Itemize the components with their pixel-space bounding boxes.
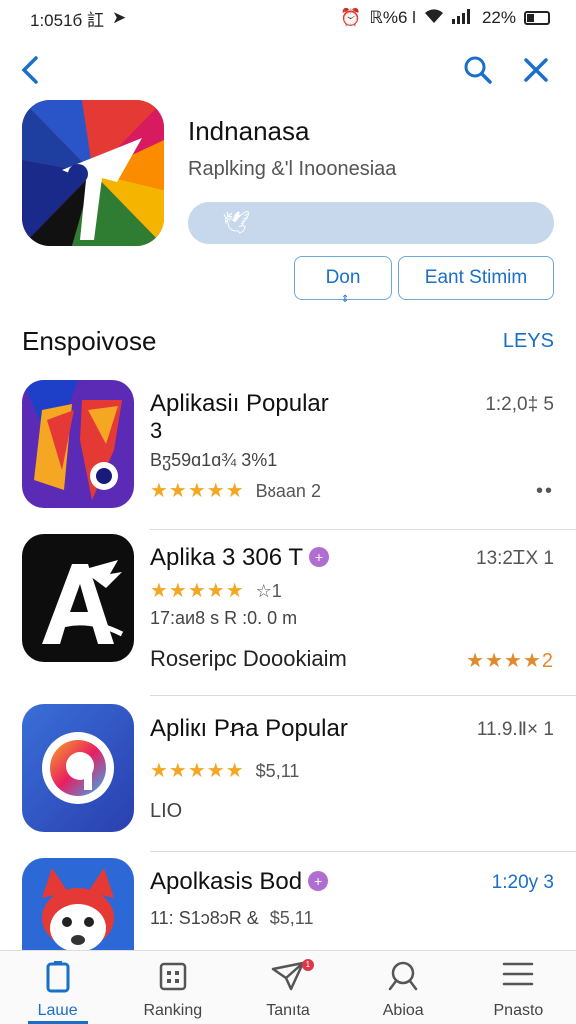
see-all-link[interactable]: LEYS [503, 330, 554, 353]
status-time: 1:051б 訌 [30, 10, 105, 30]
tab-ranking[interactable]: Ranking [115, 951, 230, 1024]
primary-button-label: Eant Stimim [424, 267, 528, 288]
tab-label: Abioa [382, 1002, 424, 1019]
section-title: Enspoivose [22, 326, 157, 356]
tab-search[interactable]: Abioa [346, 951, 461, 1024]
rating-row: ★★★★★ $5,11 [150, 758, 299, 783]
battery-icon [524, 11, 550, 25]
app-name: Apliкı Pꞥa Popular [150, 715, 348, 742]
signal-text: ℝ%6 l [369, 8, 416, 27]
tab-messages[interactable]: 1 Tanıta [230, 951, 345, 1024]
close-icon [524, 58, 548, 82]
app-time: 13:2ᏆX 1 [476, 548, 554, 569]
wifi-icon [424, 8, 444, 29]
rating-stars: ★★★★2 [466, 650, 554, 672]
section-header: Enspoivose LEYS [22, 322, 554, 362]
tab-label: Pnasto [493, 1002, 544, 1019]
location-icon: ➤ [112, 8, 127, 27]
tab-label: Laɯe [37, 1002, 78, 1019]
install-progress-bar[interactable]: 🕊 [188, 202, 554, 244]
app-info: 17:aᴎ8 s R :0. 0 m [150, 608, 298, 628]
app-name: Aplika 3 306 T [150, 544, 303, 571]
menu-icon [503, 962, 534, 986]
app-time: 1:2,0‡ 5 [485, 394, 554, 415]
close-button[interactable] [516, 48, 556, 92]
list-item[interactable]: Apliкı Pꞥa Popular 11.9.Ⅱ× 1 ★★★★★ $5,11… [0, 704, 576, 856]
status-bar: 1:051б 訌 ➤ ⏰ ℝ%6 l 22% [0, 0, 576, 36]
divider [150, 695, 576, 696]
secondary-button[interactable]: Don ⇕ [294, 256, 392, 305]
phone-icon [46, 961, 70, 993]
app-header: Indnanasa Raplking &'l Inoonesiaa 🕊 Don … [22, 100, 554, 305]
app-thumbnail [22, 534, 134, 662]
app-name-line2: 3 [150, 418, 163, 443]
plus-badge-icon: + [309, 547, 329, 567]
back-button[interactable] [10, 48, 50, 92]
tab-menu[interactable]: Pnasto [461, 951, 576, 1024]
tab-label: Tanıta [266, 1002, 310, 1019]
bird-icon: 🕊 [222, 210, 250, 235]
rating-row: ★★★★★ Bᴕaan 2 [150, 478, 321, 503]
app-meta: $5,11 [269, 908, 314, 928]
rating-meta: ☆1 [255, 581, 282, 601]
app-title: Indnanasa [188, 116, 310, 146]
star-rating: ★★★★★ [150, 580, 245, 602]
status-right: ⏰ ℝ%6 l 22% [340, 8, 550, 29]
info-row: 11: S1ᴐ8ᴐR & $5,11 [150, 908, 313, 929]
top-nav [0, 48, 576, 92]
paper-plane-icon [271, 961, 305, 991]
star-rating: ★★★★★ [150, 480, 245, 502]
app-time: 1:20у 3 [491, 872, 554, 893]
app-info: Bჳ59ɑ1ɑ¾ 3%1 [150, 450, 278, 470]
app-name-row: Apolkasis Bod + [150, 868, 329, 896]
primary-button[interactable]: Eant Stimim [398, 256, 554, 300]
app-meta: Bᴕaan 2 [255, 481, 321, 501]
list-item[interactable]: Aplikasiı Popular 3 1:2,0‡ 5 Bჳ59ɑ1ɑ¾ 3%… [0, 380, 576, 532]
app-subtitle: Raplking &'l Inoonesiaa [188, 158, 397, 180]
app-thumbnail [22, 380, 134, 508]
search-icon [388, 961, 418, 991]
calendar-icon [159, 962, 187, 991]
star-rating: ★★★★★ [150, 760, 245, 782]
search-icon [464, 56, 492, 84]
app-icon[interactable] [22, 100, 164, 246]
bottom-tab-bar: Laɯe Ranking 1 Tanıta Abioa Pnasto [0, 950, 576, 1024]
battery-percent: 22% [481, 8, 516, 27]
list-item[interactable]: Aplika 3 306 T + 13:2ᏆX 1 ★★★★★ ☆1 17:aᴎ8… [0, 534, 576, 696]
app-time: 11.9.Ⅱ× 1 [476, 719, 554, 740]
tab-label: Ranking [143, 1002, 203, 1019]
app-info: LIO [150, 800, 183, 822]
app-thumbnail [22, 704, 134, 832]
app-name: Aplikasiı Popular [150, 390, 329, 417]
rating-row: ★★★★★ ☆1 [150, 578, 282, 603]
alarm-icon: ⏰ [340, 8, 362, 27]
divider [150, 529, 576, 530]
arrows-icon: ⇕ [341, 294, 350, 305]
app-info: 11: S1ᴐ8ᴐR & [150, 908, 259, 928]
app-name: Apolkasis Bod [150, 868, 303, 895]
chevron-left-icon [21, 56, 38, 84]
app-description: Roseripc Doookiaim [150, 646, 347, 671]
secondary-button-label: Don [325, 267, 361, 288]
notification-badge: 1 [301, 959, 314, 971]
secondary-rating: ★★★★2 [466, 648, 554, 673]
app-meta: $5,11 [255, 761, 300, 781]
app-name-row: Aplika 3 306 T + [150, 544, 329, 572]
tab-home[interactable]: Laɯe [0, 951, 115, 1024]
cell-signal-icon [451, 8, 474, 29]
status-left: 1:051б 訌 ➤ [30, 6, 126, 31]
divider [150, 851, 576, 852]
search-button[interactable] [458, 48, 498, 92]
more-options-icon[interactable]: •• [536, 480, 554, 503]
plus-badge-icon: + [308, 871, 329, 891]
